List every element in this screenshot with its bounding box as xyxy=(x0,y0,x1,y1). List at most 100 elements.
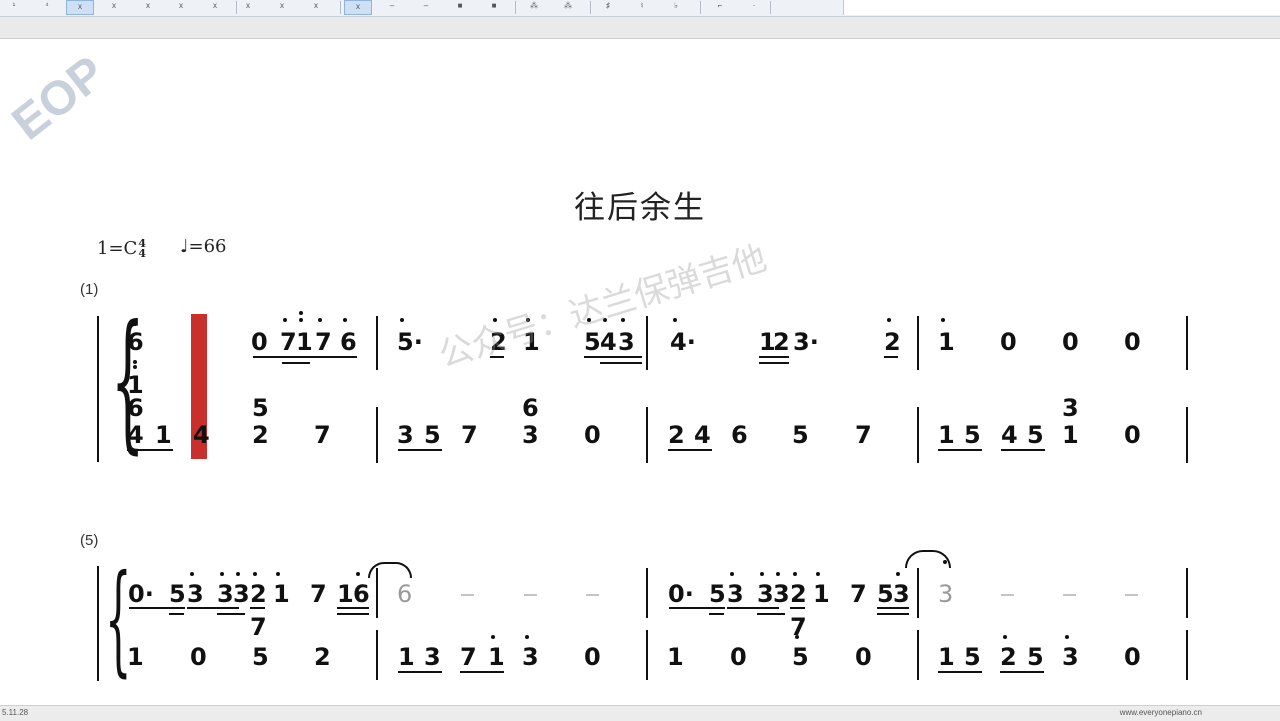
toolbar-button[interactable]: ¹ xyxy=(0,0,28,15)
octave-dot xyxy=(887,318,891,322)
barline xyxy=(1186,316,1188,370)
note: 3 xyxy=(522,643,539,671)
note: 1 xyxy=(398,643,415,671)
toolbar-button[interactable]: · xyxy=(740,0,768,15)
toolbar-button[interactable]: ■ xyxy=(446,0,474,15)
note: 5 xyxy=(424,421,441,449)
toolbar-button[interactable]: x xyxy=(302,0,330,15)
toolbar-button[interactable]: x xyxy=(201,0,229,15)
beam-line xyxy=(337,613,369,615)
note: 0 xyxy=(1124,421,1141,449)
note: 5 xyxy=(964,421,981,449)
note: 5 xyxy=(252,643,269,671)
barline xyxy=(917,630,919,680)
beam-line xyxy=(282,362,310,364)
note: 6 xyxy=(731,421,748,449)
toolbar-button[interactable]: ♯ xyxy=(594,0,622,15)
note: 1 xyxy=(337,580,354,608)
octave-dot xyxy=(795,635,799,639)
toolbar-button[interactable]: – xyxy=(412,0,440,15)
note: 2 xyxy=(790,580,807,608)
beam-line xyxy=(757,613,785,615)
measure-number-5: (5) xyxy=(80,532,99,549)
note: 2 xyxy=(314,643,331,671)
note: 4 xyxy=(1001,421,1018,449)
quarter-note-icon: ♩ xyxy=(180,236,189,257)
barline xyxy=(646,568,648,618)
note: 3 xyxy=(522,421,539,449)
toolbar-button[interactable]: ⁂ xyxy=(554,0,582,15)
barline xyxy=(97,566,99,681)
toolbar-button[interactable]: – xyxy=(378,0,406,15)
toolbar-button[interactable]: x xyxy=(134,0,162,15)
note: 3 xyxy=(424,643,441,671)
beam-line xyxy=(938,671,982,673)
note: 0 xyxy=(190,643,207,671)
note: 5 xyxy=(792,643,809,671)
note: 2 xyxy=(884,328,901,356)
note: 2 xyxy=(252,421,269,449)
beam-line xyxy=(217,613,245,615)
sustain-dash xyxy=(1125,594,1138,596)
note: 4 xyxy=(127,421,144,449)
octave-dot xyxy=(318,318,322,322)
toolbar-button[interactable]: ⁴ xyxy=(33,0,61,15)
status-bar: 5.11.28 www.everyonepiano.cn xyxy=(0,705,1280,721)
measure-number-1: (1) xyxy=(80,281,99,298)
toolbar-button[interactable]: ⌐ xyxy=(706,0,734,15)
note: 1 xyxy=(938,328,955,356)
toolbar-separator xyxy=(770,1,771,14)
toolbar-button[interactable]: x xyxy=(234,0,262,15)
note: 5 xyxy=(169,580,186,608)
beam-line xyxy=(127,449,173,451)
toolbar-button[interactable]: x xyxy=(66,0,94,15)
beam-line xyxy=(253,356,357,358)
toolbar-button[interactable]: x xyxy=(268,0,296,15)
note: 6 xyxy=(127,394,144,422)
toolbar-button[interactable]: ♭ xyxy=(662,0,690,15)
sustain-dash xyxy=(461,594,474,596)
toolbar-button[interactable]: ■ xyxy=(480,0,508,15)
octave-dot xyxy=(299,311,303,315)
note: 1 xyxy=(296,328,313,356)
note: 1 xyxy=(938,421,955,449)
octave-dot xyxy=(133,360,137,364)
toolbar-separator xyxy=(340,1,341,14)
note: 6 xyxy=(522,394,539,422)
note: 3 xyxy=(397,421,414,449)
note: 1 xyxy=(1062,421,1079,449)
octave-dot xyxy=(793,572,797,576)
toolbar-button[interactable]: ♮ xyxy=(628,0,656,15)
beam-line xyxy=(877,613,909,615)
beam-line xyxy=(129,607,185,609)
octave-dot xyxy=(299,318,303,322)
sustain-dash xyxy=(1063,594,1076,596)
note: 1 xyxy=(155,421,172,449)
barline xyxy=(917,316,919,370)
barline xyxy=(917,568,919,618)
barline xyxy=(917,407,919,463)
octave-dot xyxy=(673,318,677,322)
note: 1 xyxy=(488,643,505,671)
toolbar-button[interactable]: x xyxy=(100,0,128,15)
toolbar-separator xyxy=(236,1,237,14)
note: 3 xyxy=(233,580,250,608)
time-signature: 44 xyxy=(138,238,146,259)
beam-line xyxy=(169,613,184,615)
note: 7 xyxy=(280,328,297,356)
note: 4 xyxy=(600,328,617,356)
note: 5 xyxy=(709,580,726,608)
octave-dot xyxy=(1065,635,1069,639)
beam-line xyxy=(187,607,239,609)
beam-line xyxy=(759,356,789,358)
note: 5 xyxy=(964,643,981,671)
toolbar-button[interactable]: x xyxy=(344,0,372,15)
note: 4· xyxy=(670,328,696,356)
toolbar-input[interactable] xyxy=(843,0,1280,15)
toolbar-button[interactable]: ⁂ xyxy=(520,0,548,15)
eop-logo: EOP xyxy=(0,38,170,168)
octave-dot xyxy=(776,572,780,576)
status-right: www.everyonepiano.cn xyxy=(1119,708,1202,717)
note: 0 xyxy=(1062,328,1079,356)
toolbar-button[interactable]: x xyxy=(167,0,195,15)
